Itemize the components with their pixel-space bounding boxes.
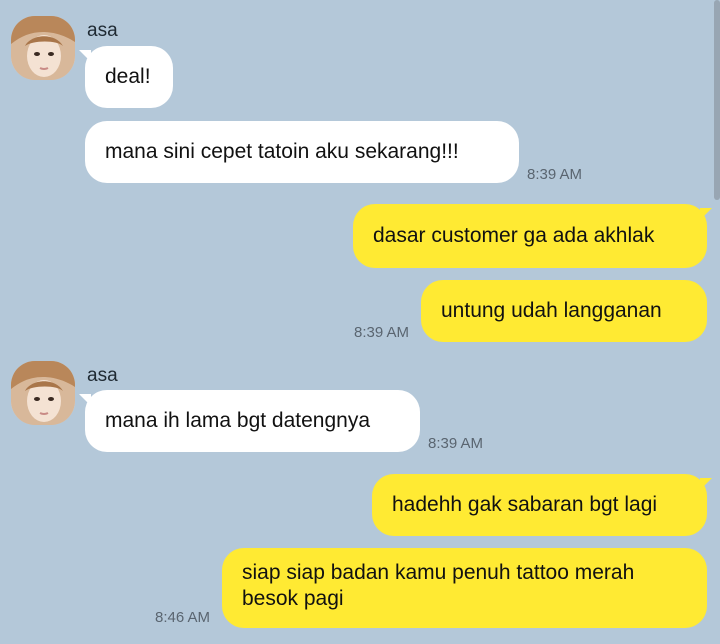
sender-avatar[interactable] — [11, 16, 75, 80]
message-bubble-incoming[interactable]: deal! — [85, 46, 173, 108]
message-bubble-incoming[interactable]: mana sini cepet tatoin aku sekarang!!! — [85, 121, 519, 183]
avatar-photo-icon — [11, 16, 75, 80]
message-text: dasar customer ga ada akhlak — [373, 224, 655, 247]
message-bubble-outgoing[interactable]: siap siap badan kamu penuh tattoo merah … — [222, 548, 707, 628]
sender-name: asa — [87, 20, 118, 41]
message-text: hadehh gak sabaran bgt lagi — [392, 493, 658, 516]
sender-avatar[interactable] — [11, 361, 75, 425]
message-bubble-outgoing[interactable]: hadehh gak sabaran bgt lagi — [372, 474, 707, 536]
message-text: deal! — [105, 65, 151, 88]
message-timestamp: 8:39 AM — [527, 166, 583, 183]
sender-name: asa — [87, 365, 118, 386]
message-text: untung udah langganan — [441, 299, 662, 322]
message-timestamp: 8:39 AM — [428, 435, 484, 452]
message-text: mana sini cepet tatoin aku sekarang!!! — [105, 140, 459, 163]
message-timestamp: 8:39 AM — [354, 324, 410, 341]
message-timestamp: 8:46 AM — [155, 609, 211, 626]
scrollbar[interactable] — [714, 0, 720, 200]
chat-area[interactable]: asa deal! mana sini cepet tatoin aku sek… — [0, 0, 720, 644]
message-bubble-outgoing[interactable]: untung udah langganan — [421, 280, 707, 342]
message-bubble-incoming[interactable]: mana ih lama bgt datengnya — [85, 390, 420, 452]
avatar-photo-icon — [11, 361, 75, 425]
message-text: siap siap badan kamu penuh tattoo merah … — [242, 561, 635, 610]
message-bubble-outgoing[interactable]: dasar customer ga ada akhlak — [353, 204, 707, 268]
message-text: mana ih lama bgt datengnya — [105, 409, 371, 432]
